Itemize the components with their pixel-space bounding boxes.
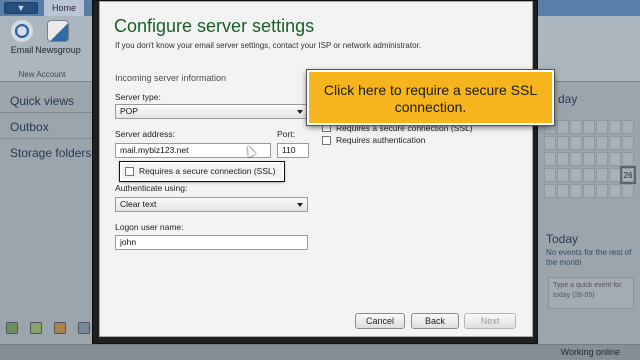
calendar-day-cell[interactable]: [570, 136, 582, 150]
requires-auth-label: Requires authentication: [336, 135, 426, 145]
calendar-day-cell[interactable]: [544, 136, 556, 150]
calendar-day-cell[interactable]: [557, 120, 569, 134]
server-type-value: POP: [120, 106, 138, 116]
app-menu-button[interactable]: ▼: [4, 2, 38, 14]
calendar-month-header: day: [558, 92, 578, 106]
nav-divider: [0, 138, 94, 139]
calendar-day-cell[interactable]: [596, 120, 608, 134]
feeds-module-icon[interactable]: [78, 322, 90, 334]
newsgroup-account-label: Newsgroup: [35, 45, 81, 55]
authenticate-using-select[interactable]: Clear text: [115, 197, 308, 212]
chevron-down-icon: [297, 110, 303, 114]
calendar-day-cell[interactable]: [609, 184, 621, 198]
next-button[interactable]: Next: [464, 313, 516, 329]
email-account-label: Email: [10, 45, 34, 55]
calendar-day-cell[interactable]: [557, 136, 569, 150]
calendar-day-cell[interactable]: [570, 120, 582, 134]
calendar-module-icon[interactable]: [30, 322, 42, 334]
calendar-day-cell[interactable]: [557, 152, 569, 166]
authenticate-using-value: Clear text: [120, 199, 157, 209]
calendar-day-cell[interactable]: [544, 184, 556, 198]
server-address-label: Server address:: [115, 129, 175, 139]
contacts-module-icon[interactable]: [54, 322, 66, 334]
newsgroup-icon: [47, 20, 69, 42]
email-at-icon: [11, 20, 33, 42]
ribbon-group-label: New Account: [18, 70, 66, 79]
nav-item-storage-folders[interactable]: Storage folders: [10, 146, 91, 160]
newsgroup-account-button[interactable]: Newsgroup: [34, 20, 82, 64]
calendar-day-cell[interactable]: [609, 120, 621, 134]
calendar-day-cell[interactable]: [557, 184, 569, 198]
calendar-day-cell[interactable]: [596, 136, 608, 150]
calendar-day-cell[interactable]: [544, 152, 556, 166]
incoming-ssl-checkbox[interactable]: [125, 167, 134, 176]
calendar-day-cell[interactable]: [570, 152, 582, 166]
calendar-day-cell[interactable]: [583, 120, 595, 134]
nav-module-switcher: [4, 322, 94, 338]
server-type-select[interactable]: POP: [115, 104, 308, 119]
calendar-day-cell[interactable]: [583, 152, 595, 166]
nav-item-outbox[interactable]: Outbox: [10, 120, 49, 134]
today-heading: Today: [546, 232, 579, 246]
folder-pane: Quick views Outbox Storage folders: [0, 82, 94, 360]
tutorial-callout: Click here to require a secure SSL conne…: [307, 70, 554, 125]
status-bar: Working online: [0, 344, 640, 360]
port-input[interactable]: 110: [277, 143, 309, 158]
calendar-day-cell[interactable]: [609, 136, 621, 150]
calendar-day-cell[interactable]: [570, 168, 582, 182]
port-label: Port:: [277, 129, 295, 139]
nav-item-quick-views[interactable]: Quick views: [10, 94, 74, 108]
calendar-day-cell[interactable]: [596, 168, 608, 182]
tab-home[interactable]: Home: [44, 0, 84, 16]
calendar-day-cell[interactable]: [544, 168, 556, 182]
calendar-day-cell[interactable]: [583, 168, 595, 182]
incoming-section-heading: Incoming server information: [115, 73, 227, 83]
back-button[interactable]: Back: [411, 313, 459, 329]
quick-event-input[interactable]: Type a quick event for today (26-05): [548, 277, 634, 309]
server-type-label: Server type:: [115, 92, 161, 102]
cancel-button[interactable]: Cancel: [355, 313, 405, 329]
calendar-day-cell[interactable]: [609, 152, 621, 166]
incoming-ssl-label: Requires a secure connection (SSL): [139, 166, 276, 176]
calendar-day-cell[interactable]: [583, 184, 595, 198]
calendar-day-cell[interactable]: [622, 184, 634, 198]
configure-server-dialog: Configure server settings If you don't k…: [92, 0, 538, 344]
logon-user-name-input[interactable]: john: [115, 235, 308, 250]
requires-auth-checkbox[interactable]: [322, 136, 331, 145]
dialog-content: Configure server settings If you don't k…: [99, 1, 533, 337]
calendar-day-cell[interactable]: [622, 136, 634, 150]
calendar-day-cell[interactable]: [622, 152, 634, 166]
logon-user-name-label: Logon user name:: [115, 222, 184, 232]
calendar-day-cell[interactable]: [609, 168, 621, 182]
calendar-day-cell[interactable]: [557, 168, 569, 182]
ssl-checkbox-highlight[interactable]: Requires a secure connection (SSL): [120, 162, 284, 181]
calendar-day-cell[interactable]: 26: [620, 166, 636, 184]
dialog-subtitle: If you don't know your email server sett…: [115, 41, 421, 50]
calendar-day-cell[interactable]: [583, 136, 595, 150]
chevron-down-icon: [297, 203, 303, 207]
connection-status: Working online: [560, 347, 620, 357]
dialog-title: Configure server settings: [114, 16, 315, 36]
calendar-day-cell[interactable]: [570, 184, 582, 198]
authenticate-using-label: Authenticate using:: [115, 183, 188, 193]
mail-module-icon[interactable]: [6, 322, 18, 334]
calendar-day-cell[interactable]: [596, 184, 608, 198]
calendar-day-cell[interactable]: [596, 152, 608, 166]
today-events-text: No events for the rest of the month: [546, 248, 632, 267]
nav-divider: [0, 112, 94, 113]
calendar-day-cell[interactable]: [622, 120, 634, 134]
